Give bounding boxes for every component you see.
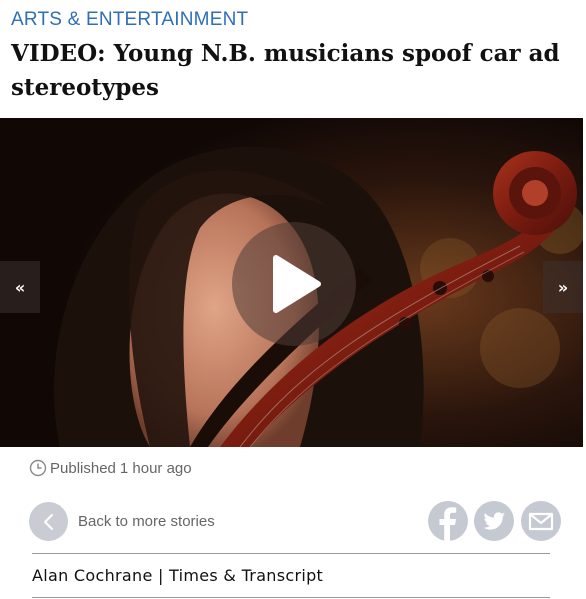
- share-email-button[interactable]: [521, 501, 561, 541]
- play-icon: [273, 255, 321, 313]
- twitter-icon: [483, 512, 505, 530]
- next-button[interactable]: »: [543, 261, 583, 313]
- back-button[interactable]: [29, 502, 68, 541]
- back-to-stories-label[interactable]: Back to more stories: [78, 513, 215, 530]
- published-label: Published: [50, 459, 116, 477]
- back-to-stories-link[interactable]: Back to more stories: [29, 502, 215, 541]
- facebook-icon: [439, 507, 457, 541]
- share-facebook-button[interactable]: [428, 501, 468, 541]
- divider: [32, 553, 550, 554]
- clock-icon: [29, 459, 47, 477]
- published-time: 1 hour ago: [119, 459, 192, 477]
- article-category[interactable]: ARTS & ENTERTAINMENT: [11, 9, 248, 31]
- chevron-left-icon: [43, 513, 53, 530]
- published-info: Published 1 hour ago: [29, 459, 192, 477]
- divider: [32, 597, 550, 598]
- previous-button[interactable]: «: [0, 261, 40, 313]
- article-headline: VIDEO: Young N.B. musicians spoof car ad…: [11, 40, 560, 101]
- email-icon: [528, 512, 554, 531]
- play-button[interactable]: [232, 222, 356, 346]
- video-player[interactable]: « »: [0, 118, 583, 447]
- share-twitter-button[interactable]: [474, 501, 514, 541]
- article-byline: Alan Cochrane | Times & Transcript: [32, 566, 324, 585]
